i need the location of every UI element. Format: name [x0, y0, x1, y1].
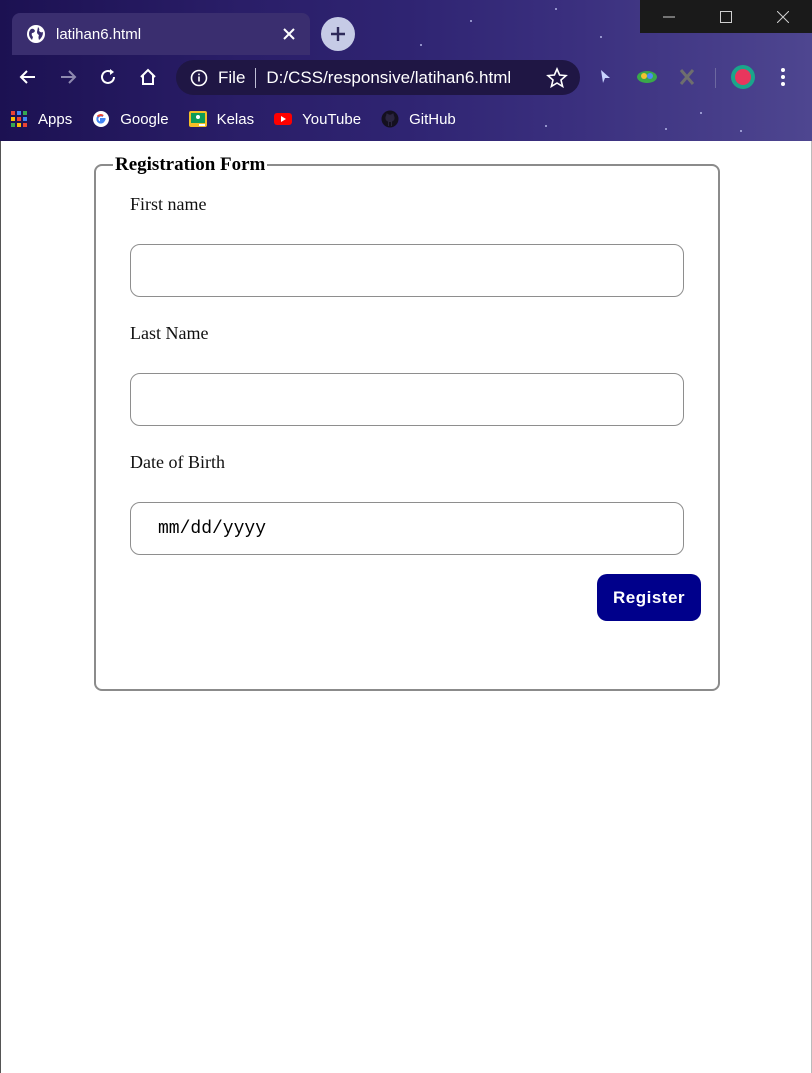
tab-title: latihan6.html [56, 25, 142, 43]
plus-icon [331, 27, 345, 41]
date-of-birth-label: Date of Birth [130, 452, 225, 472]
minimize-button[interactable] [640, 0, 697, 33]
first-name-input[interactable] [130, 244, 684, 297]
globe-icon [27, 25, 45, 43]
home-button[interactable] [135, 64, 161, 90]
bookmark-label: YouTube [302, 110, 362, 128]
window-controls [640, 0, 812, 33]
close-icon [776, 10, 789, 23]
toolbar-divider [715, 68, 716, 88]
classroom-icon [188, 111, 207, 127]
page-viewport: Registration Form First name Last Name D… [0, 141, 812, 1073]
decor-star [470, 20, 472, 22]
bookmark-apps[interactable]: Apps [0, 104, 82, 134]
google-icon [93, 111, 110, 127]
decor-star [555, 8, 557, 10]
youtube-icon [274, 113, 293, 125]
form-legend: Registration Form [115, 154, 266, 175]
x-extension-icon [679, 69, 695, 85]
back-button[interactable] [15, 64, 41, 90]
register-button[interactable]: Register [597, 574, 701, 621]
maximize-icon [719, 10, 732, 23]
url-separator [255, 67, 257, 88]
color-extension-icon [637, 71, 657, 83]
reload-button[interactable] [95, 64, 121, 90]
bookmark-label: Apps [38, 110, 73, 128]
decor-star [420, 44, 422, 46]
info-icon [190, 69, 208, 86]
arrow-left-icon [19, 70, 35, 84]
bookmarks-bar: Apps Google Kelas YouTube GitHub [0, 100, 812, 138]
url-text: D:/CSS/responsive/latihan6.html [266, 67, 512, 87]
bookmark-github[interactable]: GitHub [371, 104, 466, 134]
apps-grid-icon [11, 111, 27, 127]
more-vert-icon [781, 68, 785, 86]
browser-toolbar: File D:/CSS/responsive/latihan6.html [0, 55, 812, 100]
last-name-input[interactable] [130, 373, 684, 426]
bookmark-label: GitHub [409, 110, 456, 128]
bookmark-label: Kelas [216, 110, 255, 128]
address-bar[interactable]: File D:/CSS/responsive/latihan6.html [176, 60, 580, 95]
last-name-label: Last Name [130, 323, 209, 343]
registration-form: Registration Form First name Last Name D… [94, 154, 720, 691]
avatar-icon [731, 65, 755, 89]
bookmark-kelas[interactable]: Kelas [179, 104, 265, 134]
profile-button[interactable] [730, 64, 756, 90]
first-name-label: First name [130, 194, 207, 214]
date-of-birth-input[interactable]: mm/dd/yyyy [130, 502, 684, 555]
bookmark-google[interactable]: Google [82, 104, 178, 134]
form-actions: Register [130, 555, 701, 623]
date-placeholder: mm/dd/yyyy [158, 518, 267, 539]
reload-icon [101, 69, 115, 84]
forward-button[interactable] [55, 64, 81, 90]
tab-close-button[interactable] [281, 26, 297, 42]
bookmark-youtube[interactable]: YouTube [264, 104, 371, 134]
extension-x-button[interactable] [674, 64, 700, 90]
bookmark-label: Google [120, 110, 169, 128]
browser-chrome: latihan6.html File D:/CSS/responsive/lat… [0, 0, 812, 141]
maximize-button[interactable] [697, 0, 754, 33]
menu-button[interactable] [770, 64, 796, 90]
decor-star [600, 36, 602, 38]
bookmark-star-icon[interactable] [546, 66, 568, 89]
close-window-button[interactable] [754, 0, 811, 33]
extension-color-button[interactable] [634, 64, 660, 90]
close-icon [283, 28, 295, 40]
cursor-extension-icon [601, 70, 610, 83]
extension-cursor-button[interactable] [592, 64, 618, 90]
home-icon [140, 68, 156, 85]
new-tab-button[interactable] [321, 17, 355, 51]
minimize-icon [662, 16, 675, 17]
github-icon [381, 110, 399, 128]
arrow-right-icon [61, 70, 77, 84]
active-tab[interactable]: latihan6.html [12, 13, 310, 55]
url-scheme: File [218, 67, 246, 87]
